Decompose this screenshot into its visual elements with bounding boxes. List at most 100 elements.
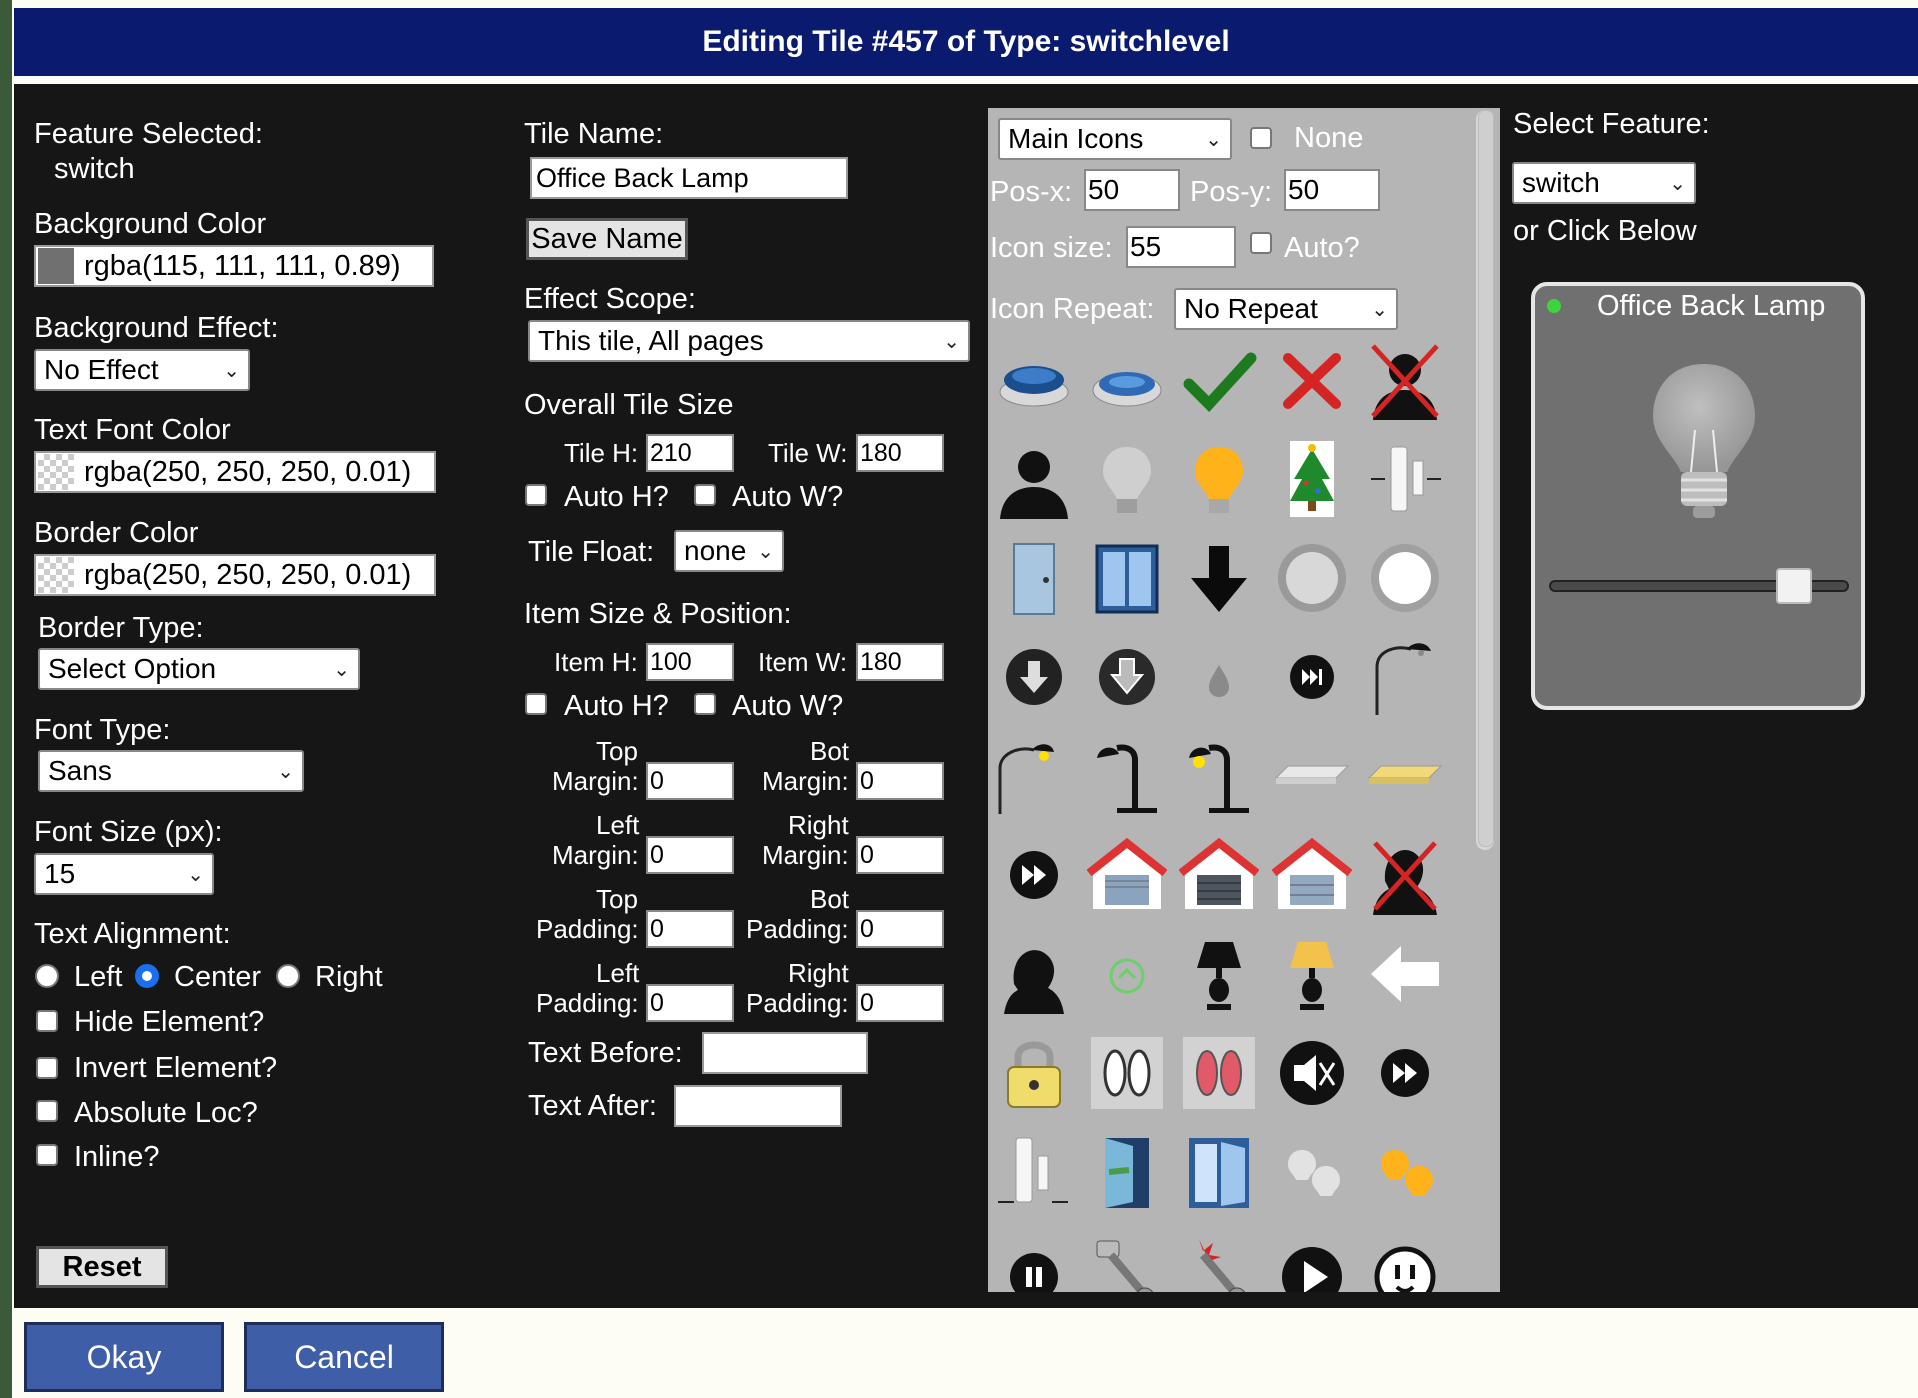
- text-before-input[interactable]: [702, 1032, 868, 1074]
- contact-sensor-icon[interactable]: [1365, 439, 1445, 519]
- reset-button[interactable]: Reset: [36, 1246, 168, 1288]
- item-w-input[interactable]: 180: [856, 643, 944, 681]
- fixture-off-icon[interactable]: [1272, 736, 1352, 816]
- bot-padding-input[interactable]: 0: [856, 910, 944, 948]
- tile-auto-w-checkbox[interactable]: [694, 484, 716, 506]
- bulbs-off-icon[interactable]: [1272, 1132, 1352, 1212]
- save-name-button[interactable]: Save Name: [526, 218, 688, 260]
- down-arrow-icon[interactable]: [1179, 538, 1259, 618]
- inline-checkbox[interactable]: [36, 1144, 58, 1166]
- left-margin-input[interactable]: 0: [646, 836, 734, 874]
- level-slider-thumb[interactable]: [1776, 568, 1813, 604]
- christmas-tree-icon[interactable]: [1272, 439, 1352, 519]
- ceiling-light-on-icon[interactable]: [1365, 538, 1445, 618]
- mute-icon[interactable]: [1272, 1033, 1352, 1113]
- piston-broken-icon[interactable]: [1179, 1231, 1259, 1292]
- tile-preview[interactable]: Office Back Lamp: [1531, 282, 1865, 710]
- text-after-input[interactable]: [674, 1085, 842, 1127]
- tile-name-input[interactable]: Office Back Lamp: [530, 157, 848, 199]
- border-color-swatch[interactable]: [38, 557, 74, 593]
- item-auto-w-checkbox[interactable]: [694, 693, 716, 715]
- contact-open-icon[interactable]: [994, 1132, 1074, 1212]
- cancel-button[interactable]: Cancel: [244, 1322, 444, 1392]
- icon-none-checkbox[interactable]: [1250, 127, 1272, 149]
- fixture-on-icon[interactable]: [1365, 736, 1445, 816]
- padlock-icon[interactable]: [994, 1033, 1074, 1113]
- footprints-icon[interactable]: [1087, 1033, 1167, 1113]
- icon-set-select[interactable]: Main Icons ⌄: [998, 118, 1232, 160]
- desk-lamp-icon[interactable]: [1087, 736, 1167, 816]
- select-feature-dropdown[interactable]: switch ⌄: [1512, 162, 1696, 204]
- icon-size-input[interactable]: 55: [1126, 226, 1236, 268]
- bulb-on-icon[interactable]: [1179, 439, 1259, 519]
- right-padding-input[interactable]: 0: [856, 984, 944, 1022]
- item-h-input[interactable]: 100: [646, 643, 734, 681]
- piston-icon[interactable]: [1087, 1231, 1167, 1292]
- left-padding-input[interactable]: 0: [646, 984, 734, 1022]
- water-drop-icon[interactable]: [1179, 637, 1259, 717]
- item-auto-h-checkbox[interactable]: [525, 693, 547, 715]
- hide-element-checkbox[interactable]: [36, 1010, 58, 1032]
- bulb-off-icon[interactable]: [1087, 439, 1167, 519]
- icon-repeat-select[interactable]: No Repeat ⌄: [1174, 288, 1398, 330]
- blue-button-icon[interactable]: [994, 340, 1074, 420]
- fast-forward-icon[interactable]: [994, 835, 1074, 915]
- footprints-red-icon[interactable]: [1179, 1033, 1259, 1113]
- tile-float-select[interactable]: none ⌄: [674, 530, 784, 572]
- down-circle-icon[interactable]: [994, 637, 1074, 717]
- effect-scope-select[interactable]: This tile, All pages ⌄: [528, 320, 970, 362]
- invert-element-checkbox[interactable]: [36, 1057, 58, 1079]
- desk-lamp-on-icon[interactable]: [1179, 736, 1259, 816]
- text-color-field[interactable]: rgba(250, 250, 250, 0.01): [34, 451, 436, 493]
- skip-icon[interactable]: [1272, 637, 1352, 717]
- red-x-icon[interactable]: [1272, 340, 1352, 420]
- bulbs-on-icon[interactable]: [1365, 1132, 1445, 1212]
- play-icon[interactable]: [1272, 1231, 1352, 1292]
- pause-icon[interactable]: [994, 1231, 1074, 1292]
- checkmark-icon[interactable]: [1179, 340, 1259, 420]
- window-open-icon[interactable]: [1179, 1132, 1259, 1212]
- garage-half-icon[interactable]: [1272, 835, 1353, 915]
- arc-lamp-on-icon[interactable]: [994, 736, 1074, 816]
- border-type-select[interactable]: Select Option ⌄: [38, 648, 360, 690]
- right-margin-input[interactable]: 0: [856, 836, 944, 874]
- arc-lamp-icon[interactable]: [1365, 637, 1445, 717]
- left-arrow-icon[interactable]: [1365, 934, 1445, 1014]
- icon-panel-scrollbar[interactable]: [1478, 110, 1494, 847]
- okay-button[interactable]: Okay: [24, 1322, 224, 1392]
- top-padding-input[interactable]: 0: [646, 910, 734, 948]
- pos-y-input[interactable]: 50: [1284, 169, 1380, 211]
- tile-h-input[interactable]: 210: [646, 434, 734, 472]
- home-eco-icon[interactable]: [1087, 934, 1167, 1014]
- pos-x-input[interactable]: 50: [1084, 169, 1180, 211]
- text-color-swatch[interactable]: [38, 454, 74, 490]
- align-center-radio[interactable]: [135, 964, 159, 988]
- absolute-loc-checkbox[interactable]: [36, 1100, 58, 1122]
- font-type-select[interactable]: Sans ⌄: [38, 750, 304, 792]
- font-size-select[interactable]: 15 ⌄: [34, 853, 214, 895]
- tile-auto-h-checkbox[interactable]: [525, 484, 547, 506]
- bot-margin-input[interactable]: 0: [856, 762, 944, 800]
- garage-open-icon[interactable]: [1086, 835, 1167, 915]
- tile-w-input[interactable]: 180: [856, 434, 944, 472]
- garage-closed-icon[interactable]: [1179, 835, 1260, 915]
- table-lamp-icon[interactable]: [1179, 934, 1259, 1014]
- align-left-radio[interactable]: [35, 964, 59, 988]
- person-crossed-icon[interactable]: [1365, 340, 1445, 420]
- border-color-field[interactable]: rgba(250, 250, 250, 0.01): [34, 554, 436, 596]
- ceiling-light-off-icon[interactable]: [1272, 538, 1352, 618]
- down-circle-alt-icon[interactable]: [1087, 637, 1167, 717]
- man-silhouette-icon[interactable]: [994, 439, 1074, 519]
- top-margin-input[interactable]: 0: [646, 762, 734, 800]
- bg-effect-select[interactable]: No Effect ⌄: [34, 349, 250, 391]
- table-lamp-on-icon[interactable]: [1272, 934, 1352, 1014]
- forward-icon[interactable]: [1365, 1033, 1445, 1113]
- blue-button-pressed-icon[interactable]: [1087, 340, 1167, 420]
- window-icon[interactable]: [1087, 538, 1167, 618]
- woman-silhouette-icon[interactable]: [994, 934, 1074, 1014]
- door-open-icon[interactable]: [1087, 1132, 1167, 1212]
- align-right-radio[interactable]: [276, 964, 300, 988]
- bg-color-swatch[interactable]: [38, 248, 74, 284]
- bg-color-field[interactable]: rgba(115, 111, 111, 0.89): [34, 245, 434, 287]
- icon-auto-checkbox[interactable]: [1250, 232, 1272, 254]
